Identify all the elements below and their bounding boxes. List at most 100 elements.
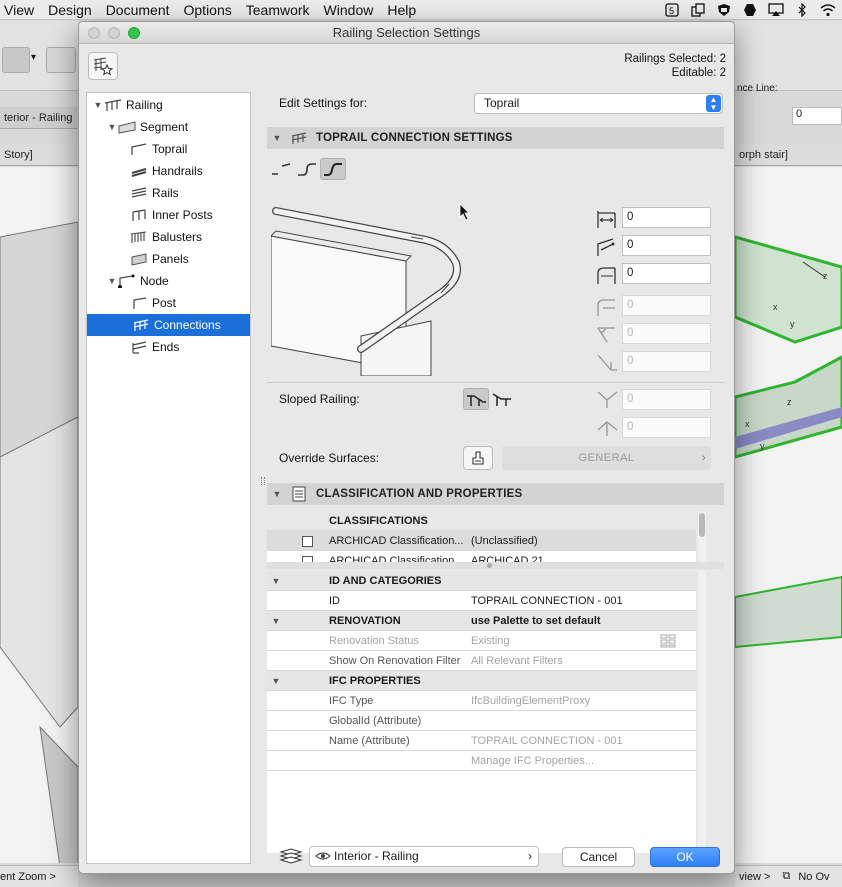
override-surfaces-button[interactable] <box>463 446 493 470</box>
override-status[interactable]: No Ov <box>798 871 829 883</box>
tree-item-post[interactable]: Post <box>129 292 176 314</box>
param-field-2[interactable]: 0 <box>622 235 711 256</box>
tree-item-node[interactable]: ▼ Node <box>107 270 169 292</box>
property-value[interactable]: All Relevant Filters <box>471 651 563 671</box>
ok-button[interactable]: OK <box>650 847 720 867</box>
left-view-tab[interactable]: terior - Railing <box>0 107 78 129</box>
table-splitter[interactable] <box>267 562 724 569</box>
cancel-button[interactable]: Cancel <box>562 847 635 867</box>
zoom-window-button[interactable] <box>128 27 140 39</box>
sloped-param-field-1[interactable]: 0 <box>622 389 711 410</box>
sloped-param-field-2[interactable]: 0 <box>622 417 711 438</box>
reference-line-field[interactable]: 0 <box>792 107 842 125</box>
disclosure-triangle-icon[interactable]: ▼ <box>107 276 117 286</box>
view-status[interactable]: view > <box>739 871 771 883</box>
classification-and-properties-header[interactable]: ▼ CLASSIFICATION AND PROPERTIES <box>267 483 724 505</box>
renovation-filter-row[interactable]: Show On Renovation Filter All Relevant F… <box>267 651 696 671</box>
view-select[interactable]: Interior - Railing › <box>309 846 539 867</box>
tree-item-toprail[interactable]: Toprail <box>129 138 187 160</box>
menu-window[interactable]: Window <box>317 2 381 18</box>
shield-icon[interactable] <box>716 2 732 18</box>
tree-item-inner-posts[interactable]: Inner Posts <box>129 204 213 226</box>
layer-tool-button[interactable] <box>2 47 30 73</box>
param-field-6[interactable]: 0 <box>622 351 711 372</box>
tree-item-rails[interactable]: Rails <box>129 182 179 204</box>
curved-connection-button[interactable] <box>294 158 320 180</box>
copy-icon[interactable] <box>690 2 706 18</box>
property-value[interactable]: TOPRAIL CONNECTION - 001 <box>471 731 623 751</box>
chevron-down-icon[interactable]: ▾ <box>31 52 36 63</box>
tree-item-balusters[interactable]: Balusters <box>129 226 202 248</box>
adobe-icon[interactable]: 5 <box>664 2 680 18</box>
menu-help[interactable]: Help <box>380 2 423 18</box>
sloped-mode-b-button[interactable] <box>489 388 515 410</box>
menu-document[interactable]: Document <box>99 2 177 18</box>
tree-item-connections[interactable]: Connections <box>87 314 250 336</box>
angle-offset-icon <box>594 235 620 259</box>
minimize-window-button[interactable] <box>108 27 120 39</box>
straight-connection-button[interactable] <box>268 158 294 180</box>
xy-tool-button[interactable] <box>46 47 76 73</box>
menu-options[interactable]: Options <box>177 2 239 18</box>
panel-splitter[interactable] <box>259 92 267 864</box>
renovation-group-row[interactable]: ▼ RENOVATION use Palette to set default <box>267 611 696 631</box>
zoom-status[interactable]: ent Zoom > <box>0 871 56 883</box>
param-field-1[interactable]: 0 <box>622 207 711 228</box>
layers-icon[interactable]: ⧉ <box>783 870 791 883</box>
airplay-icon[interactable] <box>768 2 784 18</box>
globalid-row[interactable]: GlobalId (Attribute) <box>267 711 696 731</box>
close-window-button[interactable] <box>88 27 100 39</box>
manage-ifc-properties-link[interactable]: Manage IFC Properties... <box>471 751 594 771</box>
classification-value[interactable]: (Unclassified) <box>471 531 538 551</box>
param-field-5[interactable]: 0 <box>622 323 711 344</box>
id-row[interactable]: ID TOPRAIL CONNECTION - 001 <box>267 591 696 611</box>
disclosure-triangle-icon[interactable]: ▼ <box>272 489 282 499</box>
tree-item-segment[interactable]: ▼ Segment <box>107 116 189 138</box>
layer-stack-icon[interactable] <box>279 847 303 868</box>
ifc-properties-group-row[interactable]: ▼ IFC PROPERTIES <box>267 671 696 691</box>
classifications-scrollbar[interactable] <box>698 511 706 562</box>
disclosure-triangle-icon[interactable]: ▼ <box>271 611 281 631</box>
ifc-type-row[interactable]: IFC Type IfcBuildingElementProxy <box>267 691 696 711</box>
properties-scrollbar[interactable] <box>698 571 706 853</box>
right-3d-viewport[interactable]: x y z x y z <box>735 167 842 863</box>
favorites-button[interactable] <box>88 52 118 80</box>
edit-settings-select[interactable]: Toprail ▲ ▼ <box>474 93 723 114</box>
surface-material-field[interactable]: GENERAL › <box>502 446 711 470</box>
tree-item-panels[interactable]: Panels <box>129 248 189 270</box>
tree-item-railing[interactable]: ▼ Railing <box>93 94 163 116</box>
menu-design[interactable]: Design <box>41 2 99 18</box>
property-value[interactable]: IfcBuildingElementProxy <box>471 691 590 711</box>
sloped-mode-a-button[interactable] <box>463 388 489 410</box>
disclosure-triangle-icon[interactable]: ▼ <box>107 122 117 132</box>
wifi-icon[interactable] <box>820 2 836 18</box>
tree-item-handrails[interactable]: Handrails <box>129 160 203 182</box>
toprail-connection-settings-header[interactable]: ▼ TOPRAIL CONNECTION SETTINGS <box>267 127 724 149</box>
left-story-tab[interactable]: Story] <box>0 144 78 166</box>
disclosure-triangle-icon[interactable]: ▼ <box>272 133 282 143</box>
classification-checkbox[interactable] <box>302 536 313 547</box>
bluetooth-icon[interactable] <box>794 2 810 18</box>
hexagon-icon[interactable] <box>742 2 758 18</box>
manage-ifc-row[interactable]: Manage IFC Properties... <box>267 751 696 771</box>
menu-view[interactable]: View <box>0 2 41 18</box>
name-attribute-row[interactable]: Name (Attribute) TOPRAIL CONNECTION - 00… <box>267 731 696 751</box>
property-value[interactable]: TOPRAIL CONNECTION - 001 <box>471 591 623 611</box>
disclosure-triangle-icon[interactable]: ▼ <box>93 100 103 110</box>
disclosure-triangle-icon[interactable]: ▼ <box>271 671 281 691</box>
classification-row-partial[interactable]: ARCHICAD Classification ARCHICAD 21 <box>267 551 696 562</box>
menu-teamwork[interactable]: Teamwork <box>239 2 317 18</box>
disclosure-triangle-icon[interactable]: ▼ <box>271 571 281 591</box>
dialog-titlebar[interactable]: Railing Selection Settings <box>79 22 734 44</box>
smooth-connection-button[interactable] <box>320 158 346 180</box>
left-3d-viewport[interactable] <box>0 167 78 863</box>
param-field-4[interactable]: 0 <box>622 295 711 316</box>
renovation-status-row[interactable]: Renovation Status Existing <box>267 631 696 651</box>
classification-row[interactable]: ARCHICAD Classification... (Unclassified… <box>267 531 696 551</box>
id-categories-group-row[interactable]: ▼ ID AND CATEGORIES <box>267 571 696 591</box>
param-field-3[interactable]: 0 <box>622 263 711 284</box>
scrollbar-thumb[interactable] <box>699 513 705 537</box>
tree-item-ends[interactable]: Ends <box>129 336 179 358</box>
property-value[interactable]: Existing <box>471 631 510 651</box>
right-view-tab[interactable]: orph stair] <box>735 144 842 166</box>
